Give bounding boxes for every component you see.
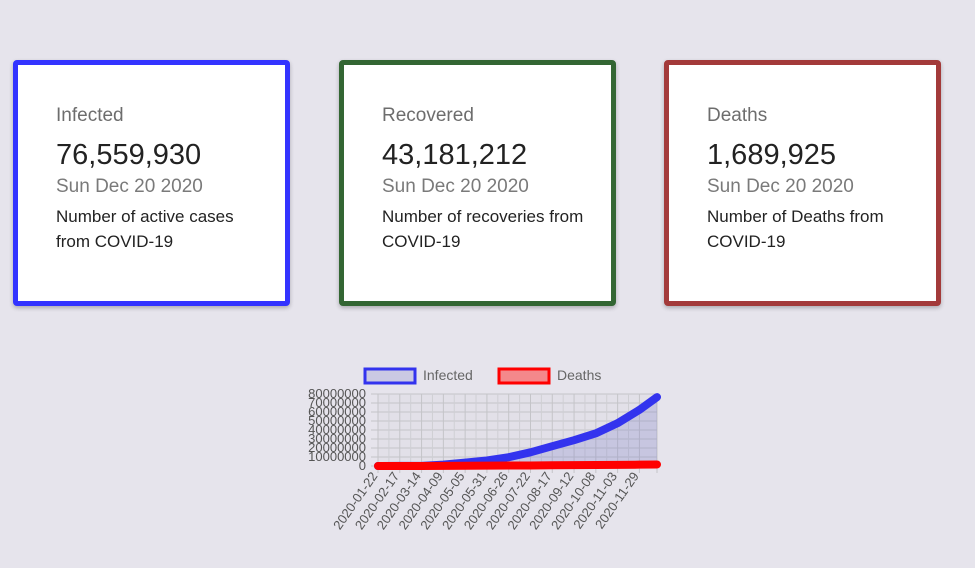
data-point-deaths [548, 461, 556, 469]
legend-swatch-deaths [497, 367, 551, 385]
legend-label-deaths: Deaths [557, 367, 601, 383]
data-point-deaths [570, 461, 578, 469]
data-point-infected [614, 419, 622, 427]
data-point-deaths [461, 462, 469, 470]
data-point-deaths [614, 461, 622, 469]
legend-label-infected: Infected [423, 367, 473, 383]
data-point-infected [570, 436, 578, 444]
data-point-deaths [483, 462, 491, 470]
data-point-infected [505, 453, 513, 461]
data-point-deaths [505, 462, 513, 470]
data-point-deaths [526, 461, 534, 469]
data-point-infected [548, 442, 556, 450]
data-point-deaths [396, 462, 404, 470]
data-point-deaths [439, 462, 447, 470]
y-tick-label: 0 [359, 458, 366, 473]
data-point-deaths [653, 460, 661, 468]
cases-line-chart: 8000000070000000600000005000000040000000… [308, 367, 661, 532]
y-tick-label: 10000000 [308, 449, 366, 464]
data-point-deaths [592, 461, 600, 469]
legend-swatch-infected [363, 367, 417, 385]
data-point-infected [592, 429, 600, 437]
data-point-deaths [374, 462, 382, 470]
data-point-deaths [635, 461, 643, 469]
data-point-infected [635, 406, 643, 414]
data-point-infected [526, 448, 534, 456]
data-point-infected [653, 393, 661, 401]
data-point-deaths [418, 462, 426, 470]
